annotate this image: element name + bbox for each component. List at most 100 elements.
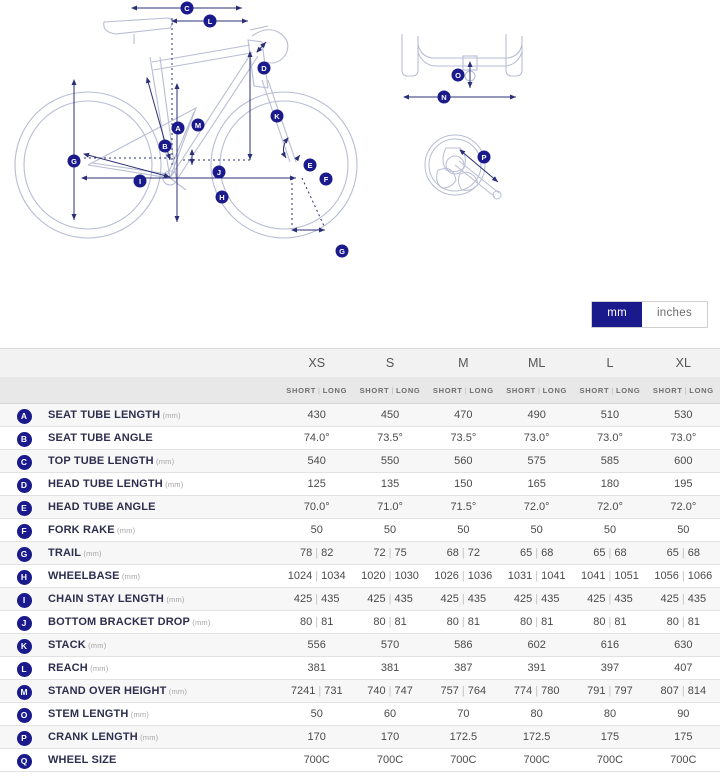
short-long-header-s: SHORT | LONG [353, 377, 427, 404]
value-single: 73.0° [523, 432, 550, 444]
marker-badge-c: C [16, 455, 32, 470]
value-single: 700C [303, 754, 330, 766]
value-long: 797 [614, 685, 633, 697]
svg-text:K: K [274, 112, 280, 121]
value-long: 435 [614, 593, 633, 605]
svg-text:G: G [339, 247, 345, 256]
value-cell: 1056 | 1066 [646, 564, 720, 588]
value-cell: 630 [646, 633, 720, 657]
value-cell: 73.5° [353, 426, 427, 450]
value-cell: 70.0° [280, 495, 354, 519]
row-badge-cell: C [0, 449, 48, 473]
value-single: 180 [600, 478, 620, 490]
sub-header-blank [0, 377, 281, 404]
short-long-header-m: SHORT | LONG [426, 377, 500, 404]
value-single: 175 [674, 731, 693, 743]
svg-text:E: E [307, 161, 312, 170]
value-single: 50 [310, 708, 323, 720]
value-cell: 80 | 81 [646, 610, 720, 634]
value-short: 80 [666, 616, 679, 628]
unit-mm-button[interactable]: mm [592, 302, 642, 327]
short-label: SHORT [432, 385, 463, 395]
marker-badge-l: L [16, 662, 32, 677]
value-single: 172.5 [449, 731, 478, 743]
svg-text:F: F [324, 175, 329, 184]
value-cell: 560 [426, 449, 500, 473]
value-long: 435 [687, 593, 707, 605]
row-label-cell: HEAD TUBE ANGLE [48, 495, 281, 519]
value-separator: | [535, 593, 539, 605]
value-cell: 774 | 780 [500, 679, 574, 703]
value-long: 1036 [467, 570, 493, 582]
value-single: 575 [527, 455, 546, 467]
svg-text:C: C [184, 4, 190, 13]
short-long-header-ml: SHORT | LONG [500, 377, 574, 404]
marker-badge-e: E [16, 501, 32, 516]
value-short: 72 [373, 547, 386, 559]
unit-inches-button[interactable]: inches [641, 302, 707, 327]
value-single: 387 [454, 662, 473, 674]
marker-badge-i: I [16, 593, 32, 608]
short-label: SHORT [286, 385, 317, 395]
crankset-outline [424, 134, 502, 200]
value-cell: 540 [280, 449, 354, 473]
value-single: 381 [380, 662, 400, 674]
value-long: 68 [687, 547, 700, 559]
value-short: 791 [587, 685, 606, 697]
row-badge-cell: E [0, 495, 48, 519]
value-single: 170 [380, 731, 400, 743]
value-cell: 50 [353, 518, 427, 542]
value-cell: 425 | 435 [280, 587, 354, 611]
value-single: 397 [600, 662, 620, 674]
row-label-cell: TRAIL (mm) [48, 541, 281, 565]
diagram-marker-P: P [477, 150, 491, 164]
value-short: 425 [367, 593, 386, 605]
value-cell: 700C [646, 748, 720, 772]
row-unit: (mm) [153, 457, 175, 466]
value-single: 700C [523, 754, 550, 766]
value-cell: 470 [426, 403, 500, 427]
value-single: 540 [307, 455, 326, 467]
value-cell: 150 [426, 472, 500, 496]
unit-toggle[interactable]: mm inches [591, 301, 708, 328]
value-cell: 73.0° [646, 426, 720, 450]
value-cell: 1026 | 1036 [426, 564, 500, 588]
diagram-marker-D: D [257, 61, 271, 75]
value-long: 75 [394, 547, 407, 559]
row-label: STAND OVER HEIGHT [48, 685, 167, 697]
diagram-marker-K: K [270, 109, 284, 123]
value-cell: 387 [426, 656, 500, 680]
row-unit: (mm) [137, 733, 159, 742]
value-cell: 172.5 [426, 725, 500, 749]
row-unit: (mm) [128, 710, 150, 719]
value-single: 600 [674, 455, 693, 467]
value-single: 560 [454, 455, 473, 467]
value-single: 71.5° [450, 501, 477, 513]
value-cell: 700C [426, 748, 500, 772]
marker-badge-j: J [16, 616, 32, 631]
value-separator: | [461, 616, 465, 628]
size-header-m: M [426, 349, 500, 377]
unit-toggle-row: mm inches [0, 290, 720, 348]
row-badge-cell: B [0, 426, 48, 450]
value-cell: 381 [353, 656, 427, 680]
value-cell: 50 [280, 518, 354, 542]
value-cell: 180 [573, 472, 647, 496]
row-label-cell: SEAT TUBE ANGLE [48, 426, 281, 450]
value-cell: 78 | 82 [280, 541, 354, 565]
value-cell: 50 [573, 518, 647, 542]
size-header-s: S [353, 349, 427, 377]
value-short: 80 [300, 616, 313, 628]
row-label: CRANK LENGTH [48, 731, 138, 743]
value-short: 80 [519, 616, 533, 628]
diagram-marker-N: N [437, 90, 451, 104]
table-row: O STEM LENGTH (mm) 50 60 70 80 80 90 [0, 702, 720, 726]
row-label-cell: TOP TUBE LENGTH (mm) [48, 449, 281, 473]
value-single: 700C [596, 754, 624, 766]
value-cell: 80 [573, 702, 647, 726]
value-cell: 570 [353, 633, 427, 657]
svg-text:G: G [71, 157, 77, 166]
value-single: 602 [527, 639, 546, 651]
row-badge-cell: H [0, 564, 48, 588]
row-label: WHEELBASE [48, 570, 120, 582]
